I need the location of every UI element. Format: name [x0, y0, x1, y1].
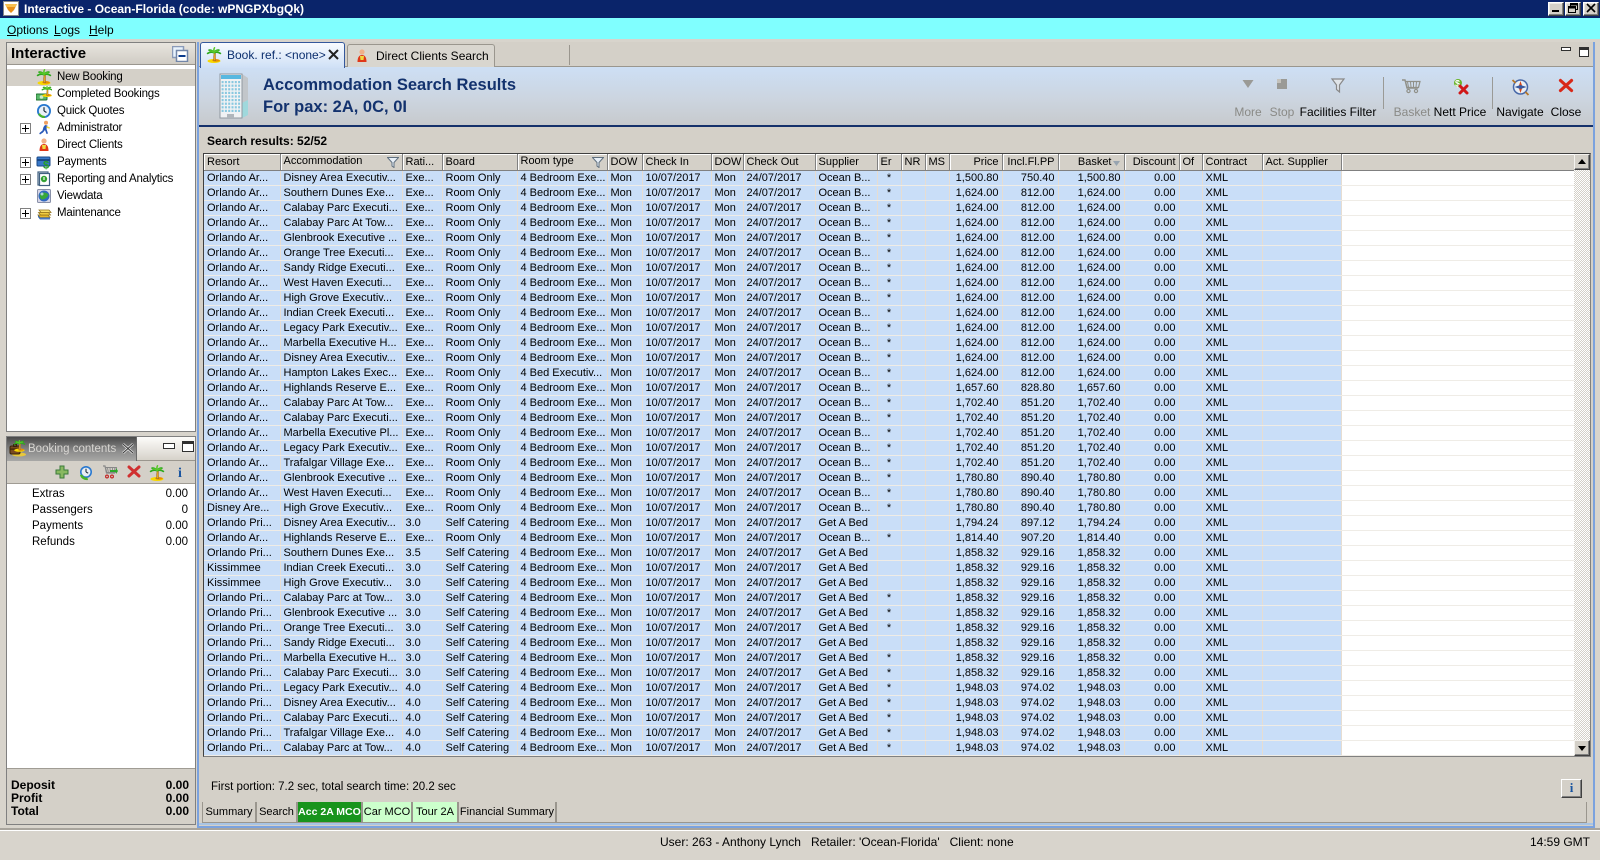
svg-text:i: i — [178, 466, 182, 479]
svg-text:$: $ — [43, 160, 49, 171]
